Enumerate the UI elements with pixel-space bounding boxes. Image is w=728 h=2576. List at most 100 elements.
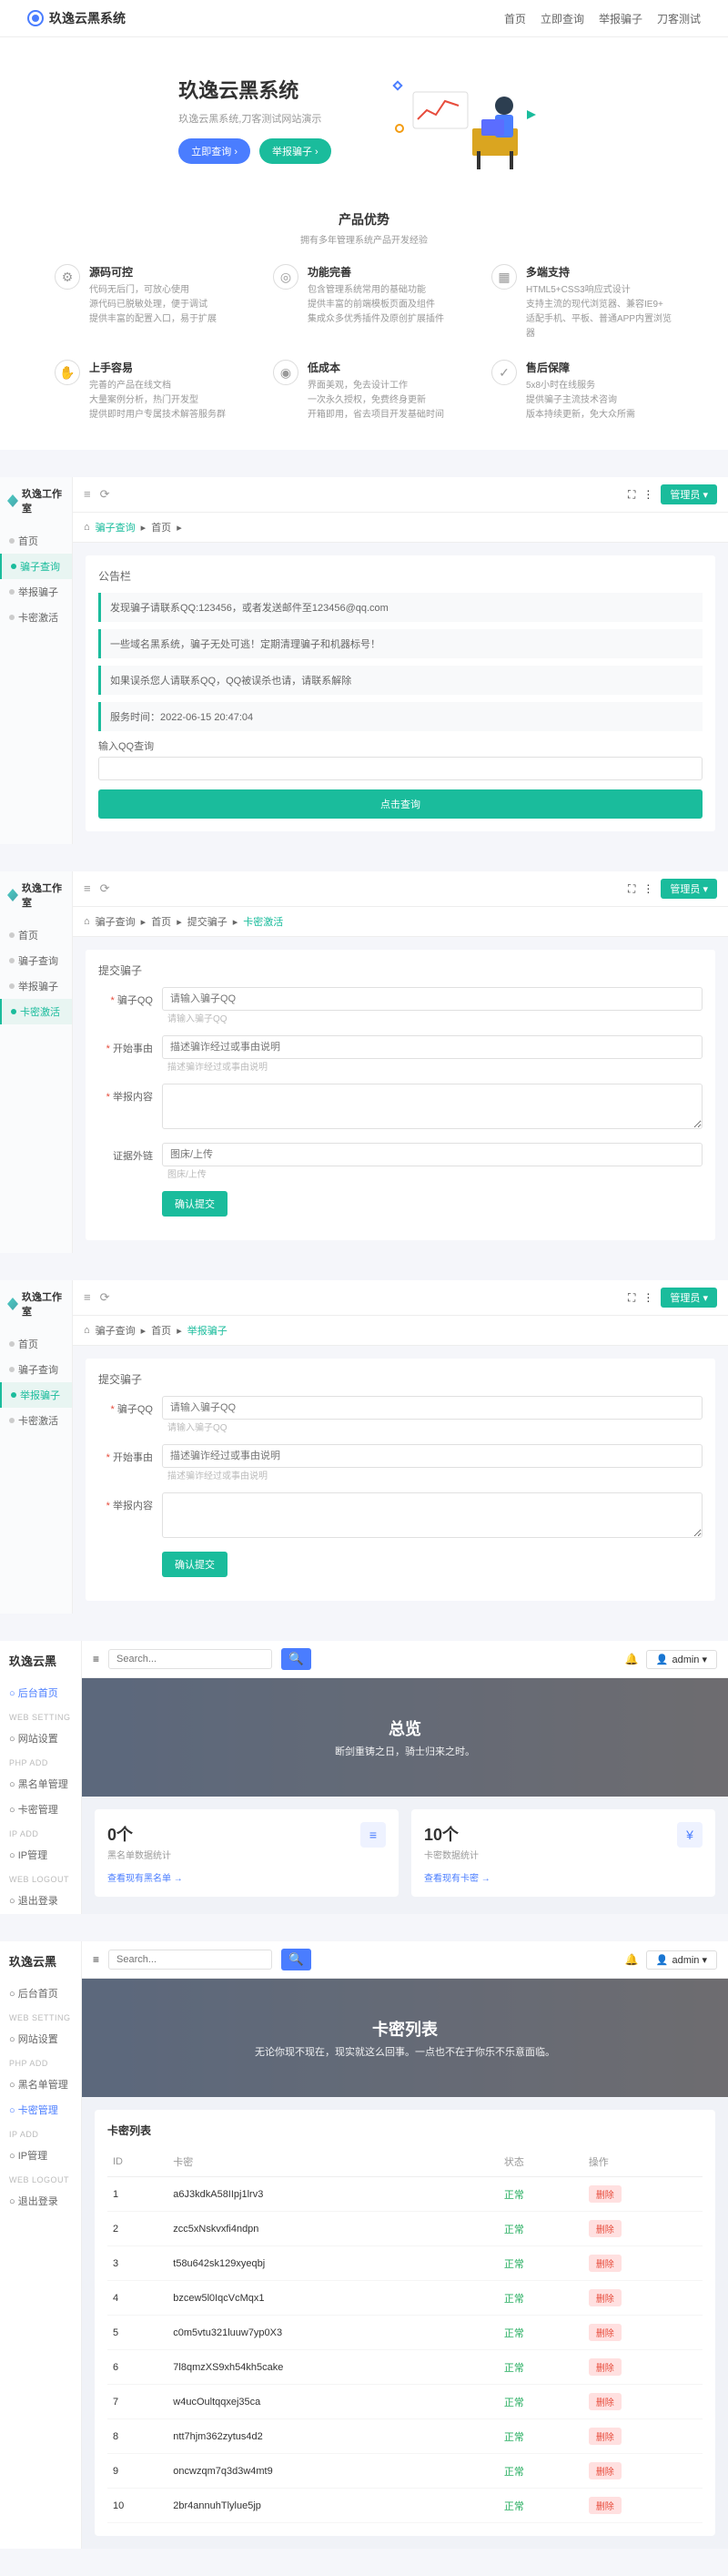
- search-button[interactable]: 🔍: [281, 1949, 311, 1970]
- delete-button[interactable]: 删除: [589, 2462, 622, 2479]
- more-icon[interactable]: ⋮: [642, 1291, 653, 1304]
- home-icon[interactable]: ⌂: [84, 522, 90, 533]
- nav-home[interactable]: 首页: [504, 11, 526, 26]
- delete-button[interactable]: 删除: [589, 2428, 622, 2445]
- sidebar-item[interactable]: 首页: [0, 922, 72, 948]
- refresh-icon[interactable]: ⟳: [100, 487, 110, 502]
- menu-toggle-icon[interactable]: ≡: [84, 487, 91, 502]
- cell-key: c0m5vtu321luuw7yp0X3: [167, 2316, 499, 2350]
- form-textarea[interactable]: [162, 1084, 703, 1129]
- notif-icon[interactable]: 🔔: [625, 1653, 639, 1665]
- cell-id: 8: [107, 2419, 167, 2454]
- nav-test[interactable]: 刀客测试: [657, 11, 701, 26]
- form-input[interactable]: [162, 1396, 703, 1420]
- sidebar-item[interactable]: ○ 黑名单管理: [0, 1771, 81, 1797]
- stat-link[interactable]: 查看现有黑名单 →: [107, 1870, 183, 1884]
- refresh-icon[interactable]: ⟳: [100, 881, 110, 896]
- diamond-icon: [7, 494, 18, 507]
- bc-item[interactable]: 提交骗子: [187, 914, 228, 929]
- form-textarea[interactable]: [162, 1492, 703, 1538]
- sidebar-item[interactable]: ○ 卡密管理: [0, 2097, 81, 2123]
- form-input[interactable]: [162, 1143, 703, 1166]
- home-icon[interactable]: ⌂: [84, 1325, 90, 1336]
- sidebar-item[interactable]: ○ 网站设置: [0, 2026, 81, 2052]
- query-button[interactable]: 立即查询 ›: [178, 138, 250, 164]
- user-menu[interactable]: 👤 admin ▾: [646, 1950, 717, 1970]
- delete-button[interactable]: 删除: [589, 2393, 622, 2410]
- sidebar-item[interactable]: 骗子查询: [0, 1357, 72, 1382]
- stat-link[interactable]: 查看现有卡密 →: [424, 1870, 490, 1884]
- search-input[interactable]: [108, 1950, 272, 1970]
- search-button[interactable]: 🔍: [281, 1648, 311, 1670]
- form-hint: 请输入骗子QQ: [167, 1014, 228, 1024]
- delete-button[interactable]: 删除: [589, 2185, 622, 2203]
- bc-item[interactable]: 骗子查询: [96, 1323, 136, 1338]
- sidebar-item[interactable]: ○ IP管理: [0, 2143, 81, 2168]
- expand-icon[interactable]: ⛶: [628, 488, 635, 502]
- form-row: 骗子QQ 请输入骗子QQ: [98, 987, 703, 1024]
- submit-button[interactable]: 确认提交: [162, 1191, 228, 1217]
- menu-icon[interactable]: ≡: [93, 1953, 99, 1966]
- sidebar-item[interactable]: ○ 卡密管理: [0, 1797, 81, 1822]
- qq-input[interactable]: [98, 757, 703, 780]
- sidebar-item[interactable]: 举报骗子: [0, 973, 72, 999]
- sidebar-item[interactable]: 骗子查询: [0, 948, 72, 973]
- menu-toggle-icon[interactable]: ≡: [84, 1290, 91, 1305]
- bc-item[interactable]: 首页: [151, 1323, 171, 1338]
- dot-icon: [9, 538, 15, 544]
- sidebar-item[interactable]: ○ 退出登录: [0, 2188, 81, 2214]
- user-menu[interactable]: 管理员 ▾: [661, 1288, 717, 1308]
- sidebar-item[interactable]: ○ 后台首页: [0, 1980, 81, 2006]
- home-icon[interactable]: ⌂: [84, 916, 90, 927]
- sidebar-item[interactable]: 首页: [0, 1331, 72, 1357]
- sidebar-item[interactable]: 举报骗子: [0, 579, 72, 605]
- sidebar-item[interactable]: ○ 后台首页: [0, 1680, 81, 1705]
- delete-button[interactable]: 删除: [589, 2358, 622, 2376]
- nav-report[interactable]: 举报骗子: [599, 11, 642, 26]
- bc-item[interactable]: 骗子查询: [96, 914, 136, 929]
- nav-query[interactable]: 立即查询: [541, 11, 584, 26]
- sidebar-item[interactable]: 首页: [0, 528, 72, 554]
- notif-icon[interactable]: 🔔: [625, 1953, 639, 1966]
- bc-item[interactable]: 骗子查询: [96, 520, 136, 535]
- sidebar-item[interactable]: 举报骗子: [0, 1382, 72, 1408]
- menu-toggle-icon[interactable]: ≡: [84, 881, 91, 896]
- delete-button[interactable]: 删除: [589, 2497, 622, 2514]
- form-input[interactable]: [162, 1035, 703, 1059]
- table-row: 2 zcc5xNskvxfi4ndpn 正常 删除: [107, 2212, 703, 2246]
- sidebar-item[interactable]: 卡密激活: [0, 1408, 72, 1433]
- form-input[interactable]: [162, 1444, 703, 1468]
- sidebar-item[interactable]: 卡密激活: [0, 999, 72, 1024]
- sidebar-item[interactable]: 骗子查询: [0, 554, 72, 579]
- more-icon[interactable]: ⋮: [642, 488, 653, 501]
- sidebar-item[interactable]: ○ 网站设置: [0, 1726, 81, 1751]
- menu-icon[interactable]: ≡: [93, 1653, 99, 1665]
- delete-button[interactable]: 删除: [589, 2324, 622, 2341]
- bc-item[interactable]: 首页: [151, 914, 171, 929]
- expand-icon[interactable]: ⛶: [628, 882, 635, 896]
- search-input[interactable]: [108, 1649, 272, 1669]
- delete-button[interactable]: 删除: [589, 2255, 622, 2272]
- refresh-icon[interactable]: ⟳: [100, 1290, 110, 1305]
- submit-button[interactable]: 确认提交: [162, 1552, 228, 1577]
- more-icon[interactable]: ⋮: [642, 882, 653, 895]
- hero-subtitle: 玖逸云黑系统,刀客测试网站演示: [178, 111, 330, 126]
- sidebar-item[interactable]: ○ 退出登录: [0, 1888, 81, 1913]
- form-input[interactable]: [162, 987, 703, 1011]
- bc-item[interactable]: 首页: [151, 520, 171, 535]
- user-menu[interactable]: 管理员 ▾: [661, 484, 717, 504]
- delete-button[interactable]: 删除: [589, 2220, 622, 2237]
- expand-icon[interactable]: ⛶: [628, 1291, 635, 1305]
- user-menu[interactable]: 管理员 ▾: [661, 879, 717, 899]
- sidebar-item[interactable]: ○ 黑名单管理: [0, 2072, 81, 2097]
- sidebar-item[interactable]: 卡密激活: [0, 605, 72, 630]
- sidebar-item[interactable]: ○ IP管理: [0, 1842, 81, 1868]
- user-menu[interactable]: 👤 admin ▾: [646, 1650, 717, 1669]
- delete-button[interactable]: 删除: [589, 2289, 622, 2306]
- bc-item[interactable]: 卡密激活: [243, 914, 283, 929]
- bc-item[interactable]: 举报骗子: [187, 1323, 228, 1338]
- report-button[interactable]: 举报骗子 ›: [259, 138, 331, 164]
- cell-id: 6: [107, 2350, 167, 2385]
- feature-line: 界面美观，免去设计工作: [308, 379, 444, 393]
- query-submit-button[interactable]: 点击查询: [98, 789, 703, 819]
